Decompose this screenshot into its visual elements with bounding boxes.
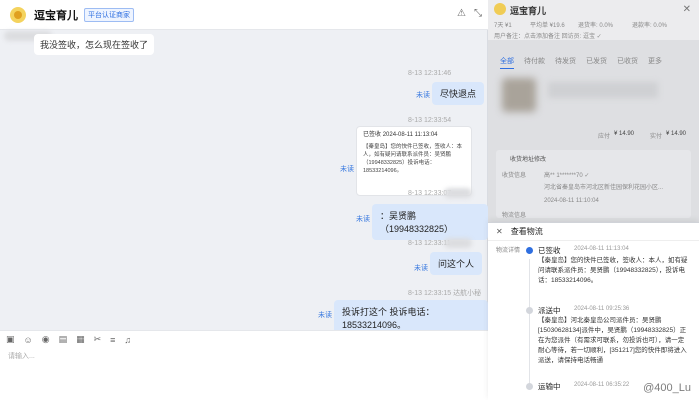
card-body: 【秦皇岛】您的快件已签收，签收人：本人，如有疑问请联系派件员：吴贤鹏（19948… bbox=[363, 144, 463, 174]
timestamp: 8-13 12:31:46 bbox=[408, 70, 452, 77]
tab-shipped[interactable]: 已发货 bbox=[586, 56, 607, 69]
read-status: 未读 bbox=[356, 216, 370, 223]
status-dot-icon bbox=[526, 307, 533, 314]
read-status: 未读 bbox=[414, 265, 428, 272]
shipping-card: 收货地址修改 收货信息 高** 1*******70 ✓ 河北省秦皇岛市河北区新… bbox=[496, 150, 691, 219]
collapse-icon[interactable]: ⤡ bbox=[474, 8, 482, 19]
watermark: @400_Lu bbox=[643, 382, 691, 394]
popup-title: 查看物流 bbox=[510, 227, 543, 236]
sticker-icon[interactable]: ◉ bbox=[42, 334, 50, 345]
card-status: 已签收 bbox=[363, 132, 382, 138]
price-value: ¥ 14.90 bbox=[614, 131, 635, 137]
close-icon[interactable]: ✕ bbox=[683, 4, 691, 15]
close-icon[interactable]: ✕ bbox=[496, 227, 503, 236]
receiver-name: 高** 1*******70 ✓ bbox=[544, 173, 590, 179]
receiver-address: 河北省秦皇岛市河北区新佳园保利花园小区... bbox=[544, 185, 664, 191]
quick-reply-icon[interactable]: ≡ bbox=[110, 335, 115, 345]
tab-all[interactable]: 全部 bbox=[500, 56, 514, 69]
logistics-card-message[interactable]: 已签收 2024-08-11 11:13:04 【秦皇岛】您的快件已签收，签收人… bbox=[356, 126, 472, 196]
message-list[interactable]: 我没签收，怎么现在签收了 8-13 12:31:46 未读 尽快退点 8-13 … bbox=[0, 30, 488, 336]
shop-badge: 平台认证商家 bbox=[84, 7, 134, 22]
shop-name: 逗宝育儿 bbox=[34, 9, 78, 22]
read-status: 未读 bbox=[416, 92, 430, 99]
shop-logo-icon bbox=[494, 3, 506, 15]
event-time: 2024-08-11 09:25:36 bbox=[574, 306, 630, 312]
outgoing-message: 问这个人 bbox=[430, 252, 483, 275]
stat-item: 7天 ¥1 bbox=[494, 23, 512, 29]
read-status: 未读 bbox=[318, 312, 332, 319]
product-thumbnail bbox=[502, 78, 536, 112]
timeline-event: 派送中 2024-08-11 09:25:36 【秦皇岛】河北秦皇岛公司派件员：… bbox=[526, 305, 692, 377]
header-actions: ⚠ ⤡ bbox=[457, 8, 482, 19]
price-label: 实付 bbox=[650, 134, 663, 140]
agent-avatar bbox=[444, 238, 472, 248]
app-root: 逗宝育儿 平台认证商家 ⚠ ⤡ 我没签收，怎么现在签收了 8-13 12:31:… bbox=[0, 0, 699, 400]
panel-title: 逗宝育儿 bbox=[510, 6, 547, 16]
event-time: 2024-08-11 06:35:22 bbox=[574, 382, 630, 388]
stat-item: 退款率: 0.0% bbox=[632, 23, 668, 29]
event-status: 运输中 bbox=[538, 382, 561, 391]
logistics-popup: ✕ 查看物流 物流详情 已签收 2024-08-11 11:13:04 【秦皇岛… bbox=[488, 222, 699, 400]
message-input[interactable]: 请输入... bbox=[0, 348, 488, 400]
card-time: 2024-08-11 11:13:04 bbox=[382, 132, 438, 138]
chat-header: 逗宝育儿 平台认证商家 ⚠ ⤡ bbox=[0, 0, 488, 30]
tab-received[interactable]: 已收货 bbox=[617, 56, 638, 69]
product-info bbox=[548, 82, 658, 98]
input-placeholder: 请输入... bbox=[8, 353, 35, 360]
event-status: 已签收 bbox=[538, 246, 561, 255]
stat-item: 平均单 ¥19.6 bbox=[530, 23, 565, 29]
stat-note: 用户备注：点击添加备注 回访员: 逗宝 ✓ bbox=[494, 34, 602, 40]
price-value: ¥ 14.90 bbox=[666, 131, 687, 137]
logistics-label: 物流信息 bbox=[502, 213, 527, 219]
chat-pane: 逗宝育儿 平台认证商家 ⚠ ⤡ 我没签收，怎么现在签收了 8-13 12:31:… bbox=[0, 0, 488, 400]
outgoing-message: ：吴贤鹏（19948332825） bbox=[372, 204, 488, 240]
tab-more[interactable]: 更多 bbox=[648, 56, 662, 69]
event-detail: 【秦皇岛】您的快件已签收，签收人：本人，如有疑问请联系派件员：吴贤鹏（19948… bbox=[538, 257, 688, 284]
emoji-icon[interactable]: ☺ bbox=[24, 335, 33, 345]
shipping-time: 2024-08-11 11:10:04 bbox=[544, 198, 599, 204]
timestamp: 8-13 12:33:54 bbox=[408, 117, 452, 124]
popup-header: ✕ 查看物流 bbox=[488, 223, 699, 241]
read-status: 未读 bbox=[340, 166, 354, 173]
receiver-label: 收货信息 bbox=[502, 173, 527, 179]
scissors-icon[interactable]: ✂ bbox=[94, 334, 102, 345]
image-icon[interactable]: ▣ bbox=[6, 334, 15, 345]
panel-header: 逗宝育儿 ✕ 7天 ¥1 平均单 ¥19.6 退货率: 0.0% 退款率: 0.… bbox=[488, 0, 699, 40]
timeline-event: 已签收 2024-08-11 11:13:04 【秦皇岛】您的快件已签收，签收人… bbox=[526, 245, 692, 301]
event-status: 派送中 bbox=[538, 306, 561, 315]
order-tabs: 全部 待付款 待发货 已发货 已收货 更多 bbox=[500, 56, 662, 69]
logistics-detail-label: 物流详情 bbox=[496, 248, 521, 254]
status-dot-icon bbox=[526, 383, 533, 390]
incoming-message: 我没签收，怎么现在签收了 bbox=[34, 34, 155, 55]
outgoing-message: 尽快退点 bbox=[432, 82, 485, 105]
timestamp: 8-13 12:33:15 达航小秘 bbox=[408, 290, 482, 297]
input-toolbar: ▣ ☺ ◉ ▤ ▦ ✂ ≡ ♫ bbox=[0, 330, 488, 348]
file-icon[interactable]: ▤ bbox=[59, 334, 68, 345]
shipping-title: 收货地址修改 bbox=[510, 157, 547, 163]
agent-avatar bbox=[444, 188, 472, 198]
stat-item: 退货率: 0.0% bbox=[578, 23, 614, 29]
status-dot-icon bbox=[526, 247, 533, 254]
warning-icon[interactable]: ⚠ bbox=[457, 8, 466, 19]
order-icon[interactable]: ▦ bbox=[76, 334, 85, 345]
price-label: 应付 bbox=[598, 134, 611, 140]
bell-icon[interactable]: ♫ bbox=[124, 335, 131, 345]
tab-unpaid[interactable]: 待付款 bbox=[524, 56, 545, 69]
shop-logo-icon bbox=[10, 6, 26, 23]
timeline-line bbox=[529, 259, 530, 389]
event-time: 2024-08-11 11:13:04 bbox=[574, 246, 629, 252]
event-detail: 【秦皇岛】河北秦皇岛公司派件员：吴贤鹏[15030628134]派件中，吴贤鹏（… bbox=[538, 317, 687, 364]
tab-to-ship[interactable]: 待发货 bbox=[555, 56, 576, 69]
